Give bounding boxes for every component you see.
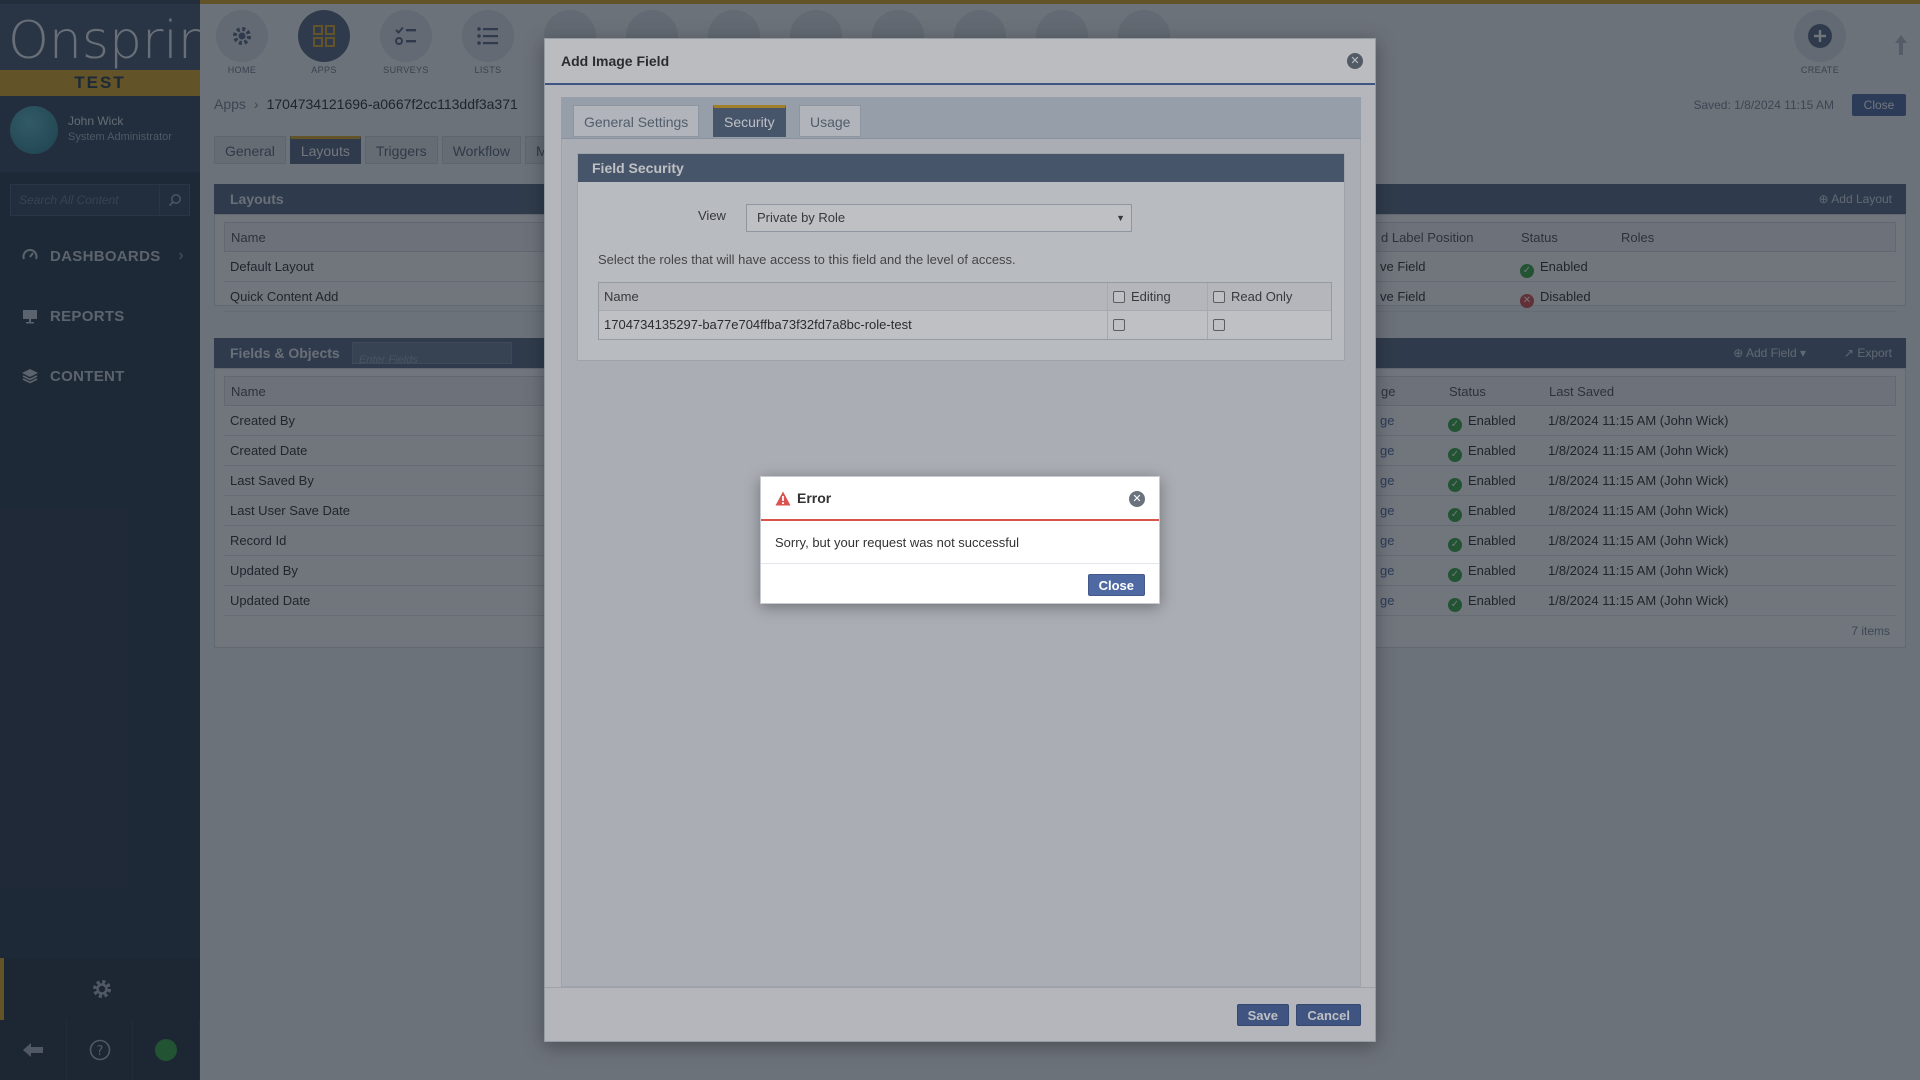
error-message: Sorry, but your request was not successf… — [775, 535, 1019, 550]
error-close-button[interactable]: Close — [1087, 574, 1145, 596]
close-icon[interactable]: ✕ — [1129, 491, 1145, 507]
error-footer: Close — [761, 563, 1159, 603]
error-dialog: Error ✕ Sorry, but your request was not … — [760, 476, 1160, 604]
error-header: Error ✕ — [761, 477, 1159, 521]
error-title: Error — [797, 490, 832, 506]
warning-icon — [775, 491, 791, 509]
